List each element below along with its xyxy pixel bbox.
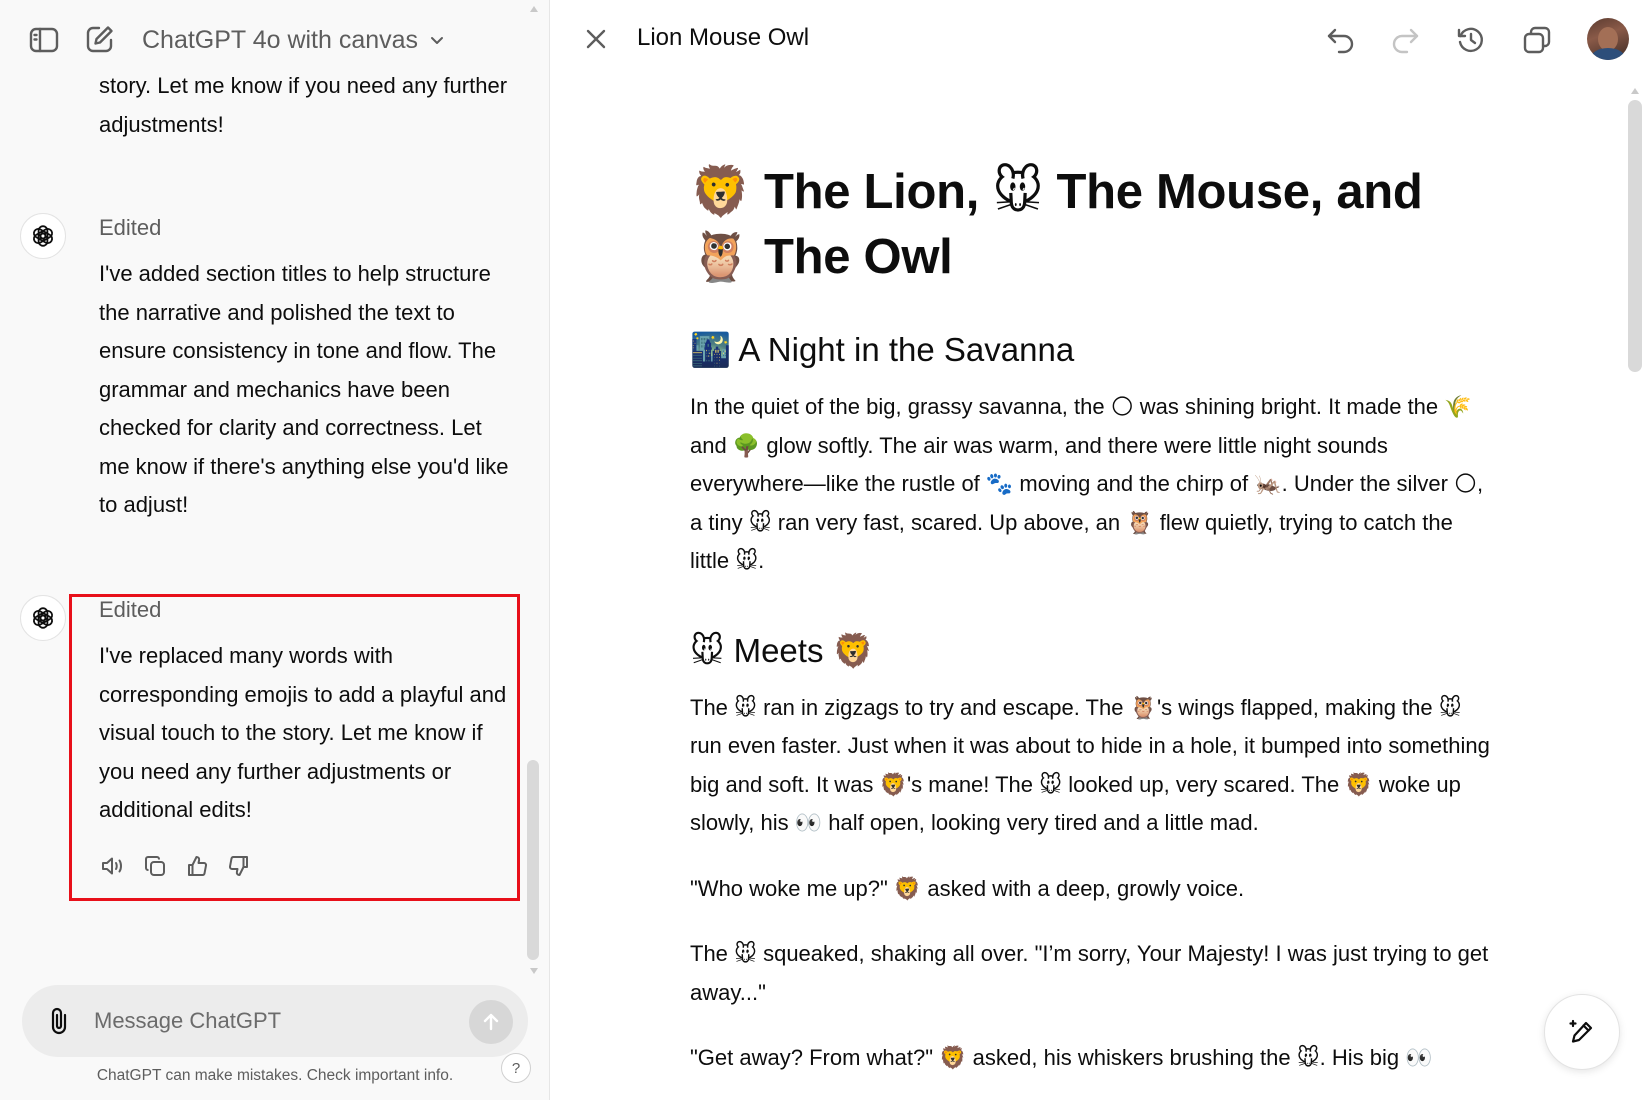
- version-history-icon[interactable]: [1453, 22, 1489, 58]
- paragraph: The 🐭 squeaked, shaking all over. "I’m s…: [690, 941, 1489, 1005]
- canvas-scrollbar[interactable]: [1628, 100, 1642, 372]
- send-button[interactable]: [469, 1000, 513, 1044]
- sidebar-toggle-icon[interactable]: [26, 24, 62, 56]
- message-input[interactable]: [94, 1001, 464, 1041]
- paragraph: "Who woke me up?" 🦁 asked with a deep, g…: [690, 875, 1245, 901]
- scroll-down-arrow-icon[interactable]: [530, 968, 538, 974]
- user-avatar[interactable]: [1587, 18, 1629, 60]
- message-text: I've added section titles to help struct…: [99, 261, 509, 517]
- paperclip-icon[interactable]: [44, 1005, 74, 1037]
- canvas-pane: Lion Mouse Owl 🦁 The Lion, 🐭 The Mouse, …: [551, 0, 1650, 1100]
- chatgpt-logo-icon: [20, 595, 66, 641]
- model-selector[interactable]: ChatGPT 4o with canvas: [142, 22, 446, 58]
- chevron-down-icon: [431, 37, 444, 44]
- edited-label: Edited: [99, 215, 162, 240]
- assistant-message: Edited I've added section titles to help…: [20, 213, 520, 517]
- section-heading: 🌃 A Night in the Savanna: [690, 331, 1075, 368]
- copy-icon[interactable]: [1519, 22, 1555, 58]
- redo-icon[interactable]: [1387, 22, 1423, 58]
- previous-message-tail: story. Let me know if you need any furth…: [99, 73, 508, 137]
- arrow-up-icon: [483, 1013, 499, 1031]
- section-heading: 🐭 Meets 🦁: [690, 631, 874, 669]
- scroll-up-arrow-icon[interactable]: [1631, 88, 1639, 94]
- message-composer: [22, 985, 528, 1057]
- model-label: ChatGPT 4o with canvas: [142, 25, 419, 54]
- read-aloud-icon[interactable]: [100, 853, 126, 879]
- undo-icon[interactable]: [1323, 22, 1359, 58]
- help-button[interactable]: ?: [501, 1053, 531, 1083]
- canvas-document[interactable]: 🦁 The Lion, 🐭 The Mouse, and 🦉 The Owl 🌃…: [690, 160, 1490, 1078]
- pencil-sparkle-icon: [1569, 1019, 1593, 1043]
- scroll-up-arrow-icon[interactable]: [530, 6, 538, 12]
- close-icon[interactable]: [581, 24, 611, 54]
- chatgpt-logo-icon: [20, 213, 66, 259]
- canvas-title: Lion Mouse Owl: [637, 24, 810, 51]
- paragraph: The 🐭 ran in zigzags to try and escape. …: [690, 694, 1490, 836]
- message-actions: [100, 853, 252, 879]
- message-text: I've replaced many words with correspond…: [99, 643, 507, 822]
- document-title: 🦁 The Lion, 🐭 The Mouse, and 🦉 The Owl: [690, 165, 1423, 284]
- paragraph: In the quiet of the big, grassy savanna,…: [690, 394, 1484, 573]
- assistant-message: Edited I've replaced many words with cor…: [20, 595, 520, 915]
- edited-label: Edited: [99, 597, 162, 622]
- chat-scrollbar[interactable]: [527, 760, 539, 960]
- new-chat-icon[interactable]: [82, 22, 118, 56]
- copy-icon[interactable]: [142, 853, 168, 879]
- thumbs-up-icon[interactable]: [184, 853, 210, 879]
- edit-suggestions-button[interactable]: [1544, 994, 1620, 1070]
- paragraph: "Get away? From what?" 🦁 asked, his whis…: [690, 1045, 1433, 1070]
- thumbs-down-icon[interactable]: [226, 853, 252, 879]
- chat-pane: ChatGPT 4o with canvas story. Let me kno…: [0, 0, 550, 1100]
- disclaimer-text: ChatGPT can make mistakes. Check importa…: [96, 1067, 454, 1084]
